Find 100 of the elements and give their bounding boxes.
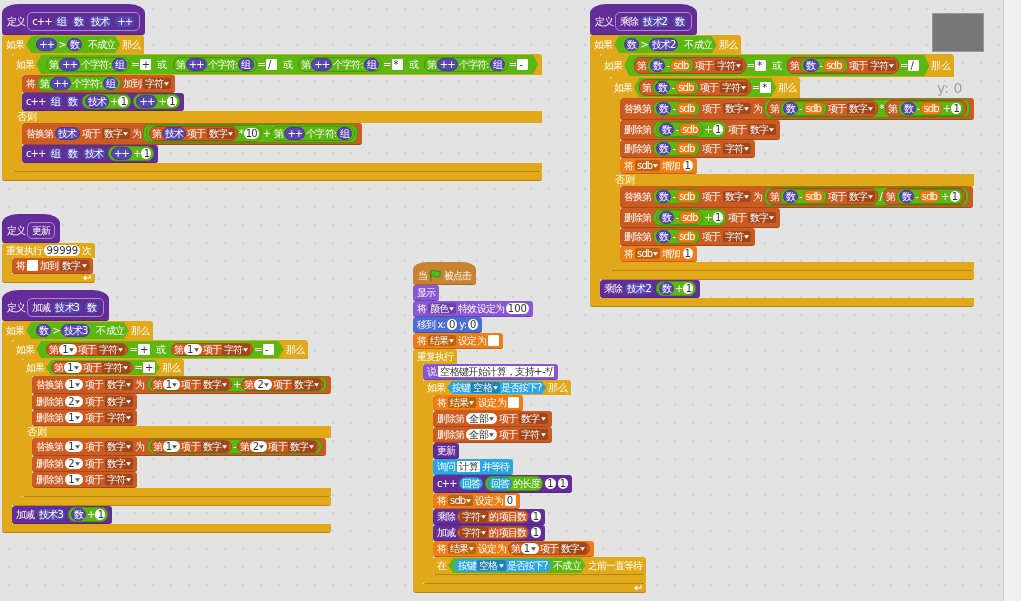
list-block[interactable]: 删除第 2 项于 数字 <box>32 394 138 410</box>
if-else-block[interactable]: 如果 第 1 项于 字符 = + 那么 <box>22 359 184 376</box>
reporter-block[interactable]: 数 - sdb <box>653 189 701 204</box>
text-input[interactable]: - <box>517 59 529 70</box>
dropdown-menu[interactable]: 数字 <box>722 191 751 202</box>
looks-block[interactable]: 将 颜色 特效设定为 100 <box>413 301 533 317</box>
dropdown-menu[interactable]: 1 <box>65 441 84 452</box>
boolean-block[interactable]: 第 1 项于 字符 = + 或 第 1 项于 字符 = - <box>36 341 284 358</box>
number-input[interactable]: 0 <box>468 319 479 330</box>
dropdown-menu[interactable]: 字符 <box>143 78 172 89</box>
reporter-block[interactable]: 第 技术 项于 数字 <box>149 126 238 141</box>
dropdown-menu[interactable]: 数字 <box>105 458 134 469</box>
custom-block[interactable]: c++ 组 数 技术 ++ + 1 <box>22 145 159 163</box>
number-input[interactable]: 1 <box>530 511 542 522</box>
dropdown-menu[interactable]: 字符 <box>722 231 751 242</box>
text-input[interactable]: - <box>262 344 274 355</box>
parameter-reporter[interactable]: 组 <box>102 77 119 90</box>
stage-thumbnail[interactable] <box>932 13 984 52</box>
parameter-reporter[interactable]: 组 <box>53 15 69 28</box>
reporter-block[interactable]: 第 1 项于 数字 - 第 2 项于 数字 <box>146 439 322 454</box>
list-block[interactable]: 将 加到 数字 <box>12 258 93 274</box>
reporter-block[interactable]: 第 技术 项于 数字 * 10 <box>146 125 262 142</box>
dropdown-menu[interactable]: 字符 <box>102 362 131 373</box>
reporter-block[interactable]: 第 数 - sdb 项于 字符 <box>634 57 746 74</box>
text-input[interactable] <box>487 335 499 346</box>
reporter-block[interactable]: 技术 + 1 <box>81 94 132 109</box>
parameter-reporter[interactable]: 数 <box>803 59 819 72</box>
parameter-reporter[interactable]: 数 <box>36 324 52 337</box>
dropdown-menu[interactable]: 字符 <box>719 82 748 93</box>
dropdown-menu[interactable]: 数字 <box>287 441 316 452</box>
parameter-reporter[interactable]: 组 <box>489 58 505 71</box>
parameter-reporter[interactable]: 组 <box>238 58 254 71</box>
variable-block[interactable]: 将 sdb 增加 1 <box>620 246 697 262</box>
number-input[interactable]: 1 <box>951 103 962 114</box>
boolean-block[interactable]: 按键 空格 是否按下? <box>447 381 547 394</box>
list-block[interactable]: 替换第 数 - sdb 项于 数字 为 第 数 - sdb 项于 数字 / 第 数 - sdb + 1 <box>620 186 973 208</box>
reporter-block[interactable]: 第 ++ 个字符: 组 <box>271 126 356 141</box>
reporter-block[interactable]: 第 1 项于 数字 + 第 2 项于 数字 <box>146 377 327 392</box>
dropdown-menu[interactable]: 1 <box>162 379 181 390</box>
dropdown-menu[interactable]: 数字 <box>722 103 751 114</box>
number-input[interactable]: 1 <box>141 148 152 159</box>
text-input[interactable]: * <box>755 60 767 71</box>
number-input[interactable]: 0 <box>446 319 458 330</box>
parameter-reporter[interactable]: ++ <box>185 58 207 71</box>
dropdown-menu[interactable]: 1 <box>183 344 202 355</box>
parameter-reporter[interactable]: 技术3 <box>36 508 66 521</box>
reporter-block[interactable]: 数 + 1 <box>655 281 697 296</box>
if-block[interactable]: 如果 ++ > 数 不成立 那么 <box>2 35 145 54</box>
reporter-block[interactable]: 数 - sdb <box>652 80 700 95</box>
reporter-block[interactable]: 第 ++ 个字符: 组 <box>423 57 508 72</box>
list-block[interactable]: 删除第 数 - sdb + 1 项于 数字 <box>620 120 781 140</box>
list-block[interactable]: 替换第 1 项于 数字 为 第 1 项于 数字 - 第 2 项于 数字 <box>32 438 326 456</box>
parameter-reporter[interactable]: 数 <box>64 147 80 160</box>
dropdown-menu[interactable]: 数字 <box>558 543 587 554</box>
parameter-reporter[interactable]: 技术 <box>162 127 187 140</box>
list-block[interactable]: 删除第 1 项于 字符 <box>32 410 138 426</box>
motion-block[interactable]: 移到 x: 0 y: 0 <box>413 317 483 333</box>
boolean-block[interactable]: 第 数 - sdb 项于 字符 = * <box>634 78 777 97</box>
reporter-block[interactable]: 数 - sdb <box>800 58 848 73</box>
reporter-block[interactable]: 数 - sdb <box>780 189 828 204</box>
dropdown-menu[interactable]: 颜色 <box>428 303 457 314</box>
dropdown-menu[interactable]: 字符 <box>97 344 126 355</box>
dropdown-menu[interactable]: 2 <box>254 379 273 390</box>
parameter-reporter[interactable]: 数 <box>783 190 799 203</box>
parameter-reporter[interactable]: ++ <box>136 95 158 108</box>
dropdown-menu[interactable]: 数字 <box>200 379 229 390</box>
text-input[interactable]: + <box>142 362 155 373</box>
list-block[interactable]: 删除第 数 - sdb 项于 字符 <box>620 140 755 158</box>
text-input[interactable]: 计算 <box>457 461 480 472</box>
looks-block[interactable]: 说 空格键开始计算，支持+-*/ <box>423 364 559 380</box>
dropdown-menu[interactable]: 1 <box>65 379 84 390</box>
dropdown-menu[interactable]: 字符 <box>714 60 743 71</box>
number-input[interactable]: 1 <box>682 248 693 259</box>
dropdown-menu[interactable]: 数字 <box>847 103 876 114</box>
list-block[interactable]: 删除第 数 - sdb + 1 项于 数字 <box>620 208 781 228</box>
dropdown-menu[interactable]: 2 <box>65 396 84 407</box>
reporter-block[interactable]: 数 - sdb <box>647 58 695 73</box>
dropdown-menu[interactable]: 1 <box>162 441 181 452</box>
if-else-block[interactable]: 如果 第 数 - sdb 项于 字符 = * 那么 <box>610 77 801 98</box>
dropdown-menu[interactable]: sdb <box>635 160 661 171</box>
dropdown-menu[interactable]: 1 <box>520 543 539 554</box>
dropdown-menu[interactable]: 空格 <box>471 382 500 393</box>
number-input[interactable]: 1 <box>118 96 129 107</box>
custom-block[interactable]: 乘除 技术2 数 + 1 <box>600 280 701 298</box>
parameter-reporter[interactable]: 数 <box>66 38 82 51</box>
reporter-block[interactable]: 第 数 - sdb 项于 字符 <box>639 79 751 96</box>
dropdown-menu[interactable]: 数字 <box>60 260 89 271</box>
dropdown-menu[interactable]: 字符 <box>105 474 134 485</box>
number-input[interactable]: 10 <box>243 128 259 139</box>
parameter-reporter[interactable]: 数 <box>650 59 666 72</box>
reporter-block[interactable]: 数 - sdb + 1 <box>653 121 726 138</box>
custom-block[interactable]: c++ 回答 回答 的长度 1 1 <box>433 475 573 493</box>
number-input[interactable]: 1 <box>545 478 556 489</box>
parameter-reporter[interactable]: 数 <box>84 301 100 314</box>
reporter-block[interactable]: 第 1 项于 字符 <box>46 343 129 356</box>
dropdown-menu[interactable]: 数字 <box>847 191 876 202</box>
reporter-block[interactable]: 第 ++ 个字符: 组 <box>37 76 122 91</box>
parameter-reporter[interactable]: 技术2 <box>648 38 679 51</box>
reporter-block[interactable]: 第 数 - sdb + 1 <box>884 100 968 117</box>
if-block[interactable]: 如果 数 > 技术3 不成立 那么 <box>2 321 153 340</box>
